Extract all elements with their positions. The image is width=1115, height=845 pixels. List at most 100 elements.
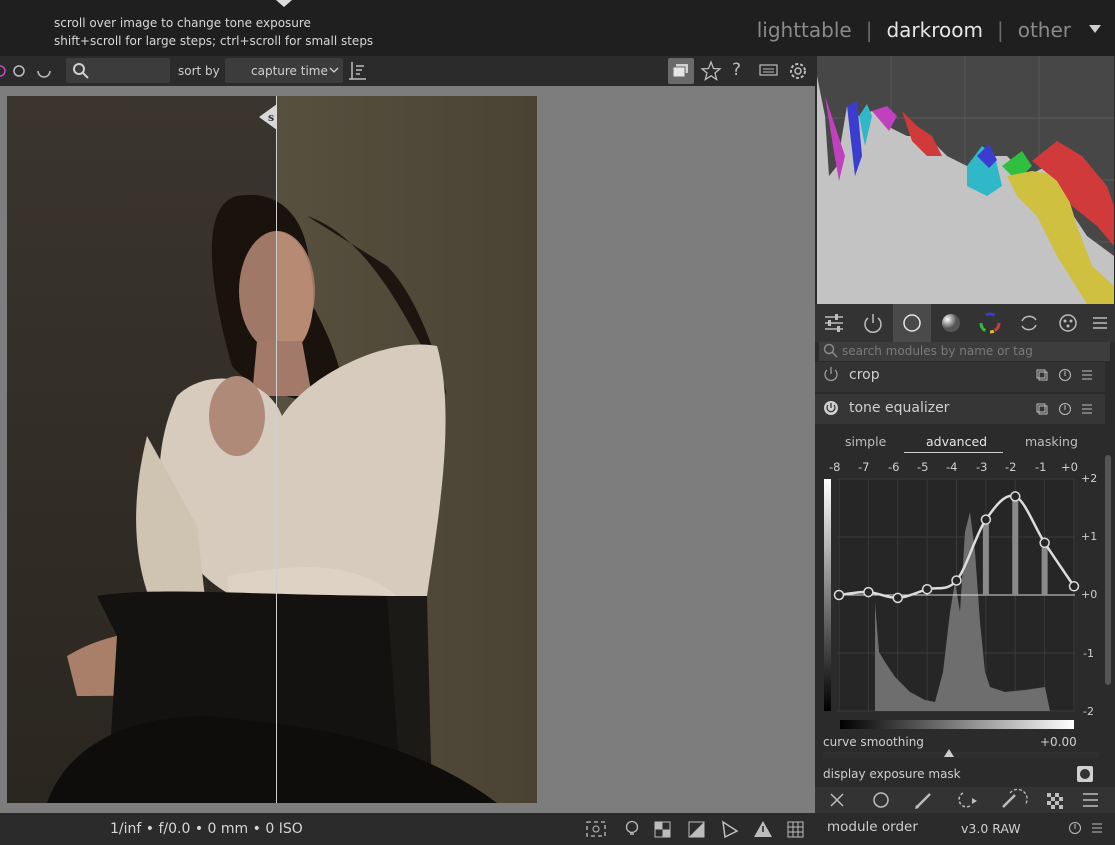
module-bottom-toolbar bbox=[815, 787, 1115, 813]
curve-node[interactable] bbox=[833, 589, 845, 601]
drawn-parametric-mask-icon[interactable] bbox=[1002, 788, 1028, 808]
sort-select[interactable]: capture time bbox=[225, 58, 343, 83]
mask-icon bbox=[1080, 769, 1090, 779]
gear-icon[interactable] bbox=[787, 60, 809, 82]
gamut-icon[interactable] bbox=[722, 820, 739, 839]
module-tone-equalizer-title[interactable]: tone equalizer bbox=[849, 400, 949, 416]
reset-icon[interactable] bbox=[1069, 822, 1081, 834]
view-darkroom[interactable]: darkroom bbox=[886, 18, 983, 42]
split-handle-icon[interactable]: s bbox=[259, 104, 277, 130]
color-wheel-icon bbox=[979, 312, 1001, 334]
raster-mask-icon[interactable] bbox=[1047, 793, 1063, 809]
tab-correct[interactable] bbox=[1010, 304, 1048, 342]
exposure-mask-toggle[interactable] bbox=[1077, 766, 1093, 782]
view-other[interactable]: other bbox=[1018, 18, 1071, 42]
tab-quick-access[interactable] bbox=[815, 304, 853, 342]
presets-icon[interactable] bbox=[1082, 404, 1092, 414]
hamburger-icon[interactable] bbox=[1083, 793, 1098, 807]
power-on-icon[interactable] bbox=[823, 400, 839, 416]
tab-active-modules[interactable] bbox=[854, 304, 892, 342]
module-order-label: module order bbox=[827, 819, 918, 835]
module-order-value[interactable]: v3.0 RAW bbox=[961, 821, 1021, 836]
keyboard-icon[interactable] bbox=[759, 63, 779, 77]
tab-tone[interactable] bbox=[932, 304, 970, 342]
module-tone-eq-actions bbox=[1036, 403, 1092, 415]
curve-node[interactable] bbox=[951, 575, 962, 586]
tone-curve-plot[interactable] bbox=[815, 472, 1105, 718]
search-icon bbox=[73, 63, 89, 79]
histogram-plot bbox=[817, 56, 1114, 304]
view-separator: | bbox=[865, 18, 873, 42]
focus-peaking-icon[interactable] bbox=[586, 821, 606, 837]
checker-icon[interactable] bbox=[654, 821, 671, 838]
curve-node[interactable] bbox=[892, 592, 903, 604]
curve-node[interactable] bbox=[980, 514, 992, 525]
image-canvas[interactable]: s bbox=[7, 96, 537, 803]
close-icon[interactable] bbox=[830, 793, 844, 807]
sliders-icon bbox=[825, 314, 843, 332]
curve-smoothing-slider[interactable] bbox=[823, 752, 1099, 758]
module-bottom-icons bbox=[830, 788, 1098, 809]
views-dropdown-icon[interactable] bbox=[1089, 25, 1101, 33]
y-label: +1 bbox=[1081, 530, 1098, 543]
top-header: scroll over image to change tone exposur… bbox=[0, 0, 1115, 56]
slider-marker-icon[interactable] bbox=[944, 749, 954, 757]
tonal-gradient-bar bbox=[840, 720, 1074, 729]
view-lighttable[interactable]: lighttable bbox=[757, 18, 852, 42]
presets-icon[interactable] bbox=[1092, 823, 1102, 833]
tab-advanced[interactable]: advanced bbox=[926, 434, 987, 449]
pencil-icon[interactable] bbox=[915, 793, 931, 809]
curve-node[interactable] bbox=[921, 583, 933, 595]
power-icon[interactable] bbox=[823, 366, 839, 382]
color-label-icon[interactable] bbox=[0, 63, 56, 79]
collapse-top-panel-icon[interactable] bbox=[276, 0, 292, 7]
multi-instance-icon[interactable] bbox=[1036, 369, 1048, 381]
presets-icon[interactable] bbox=[1082, 370, 1092, 380]
histogram[interactable] bbox=[817, 56, 1114, 304]
module-order-actions bbox=[1069, 822, 1102, 834]
collection-search-input[interactable] bbox=[66, 58, 170, 83]
ev-band-bar bbox=[1041, 542, 1048, 595]
tab-effect[interactable] bbox=[1049, 304, 1087, 342]
reset-icon[interactable] bbox=[1059, 403, 1071, 415]
sort-order-icon[interactable] bbox=[349, 60, 369, 82]
portrait-image[interactable] bbox=[7, 96, 537, 803]
bulb-icon[interactable] bbox=[625, 820, 639, 835]
tone-sphere-icon bbox=[942, 314, 960, 332]
help-icon[interactable]: ? bbox=[732, 60, 741, 80]
ev-band-bar bbox=[982, 519, 989, 595]
module-crop-title[interactable]: crop bbox=[849, 367, 880, 383]
parametric-mask-icon[interactable] bbox=[958, 792, 977, 808]
curve-smoothing-value[interactable]: +0.00 bbox=[1040, 735, 1077, 749]
panel-scrollbar[interactable] bbox=[1105, 455, 1111, 685]
tab-base[interactable] bbox=[893, 304, 931, 342]
module-search-placeholder: search modules by name or tag bbox=[842, 344, 1033, 358]
multi-instance-icon[interactable] bbox=[1036, 403, 1048, 415]
tab-masking[interactable]: masking bbox=[1025, 434, 1078, 449]
color-label-icons bbox=[0, 63, 56, 83]
uniform-mask-icon[interactable] bbox=[873, 792, 889, 808]
softproof-icon[interactable] bbox=[688, 821, 705, 838]
star-icon[interactable] bbox=[700, 60, 722, 82]
warning-icon[interactable] bbox=[754, 821, 772, 837]
curve-node[interactable] bbox=[1068, 581, 1080, 592]
curve-node[interactable] bbox=[1010, 491, 1021, 502]
curve-node[interactable] bbox=[863, 586, 874, 598]
tab-simple[interactable]: simple bbox=[845, 434, 886, 449]
display-exposure-mask-label: display exposure mask bbox=[823, 767, 961, 781]
refresh-icon bbox=[1021, 315, 1037, 331]
reset-icon[interactable] bbox=[1059, 369, 1071, 381]
sort-select-value: capture time bbox=[251, 64, 328, 78]
guides-icon[interactable] bbox=[787, 821, 804, 838]
y-label: -1 bbox=[1083, 647, 1094, 660]
curve-smoothing-label: curve smoothing bbox=[823, 735, 924, 749]
exif-info: 1/inf • f/0.0 • 0 mm • 0 ISO bbox=[110, 821, 303, 837]
tone-equalizer-graph[interactable]: +2 +1 +0 -1 -2 bbox=[815, 472, 1105, 718]
overlays-button[interactable] bbox=[668, 58, 694, 84]
search-icon bbox=[823, 343, 838, 358]
tab-presets-menu[interactable] bbox=[1088, 304, 1112, 342]
curve-node[interactable] bbox=[1039, 537, 1050, 549]
tab-color[interactable] bbox=[971, 304, 1009, 342]
module-search-input[interactable]: search modules by name or tag bbox=[819, 342, 1110, 361]
split-line[interactable] bbox=[276, 96, 277, 803]
